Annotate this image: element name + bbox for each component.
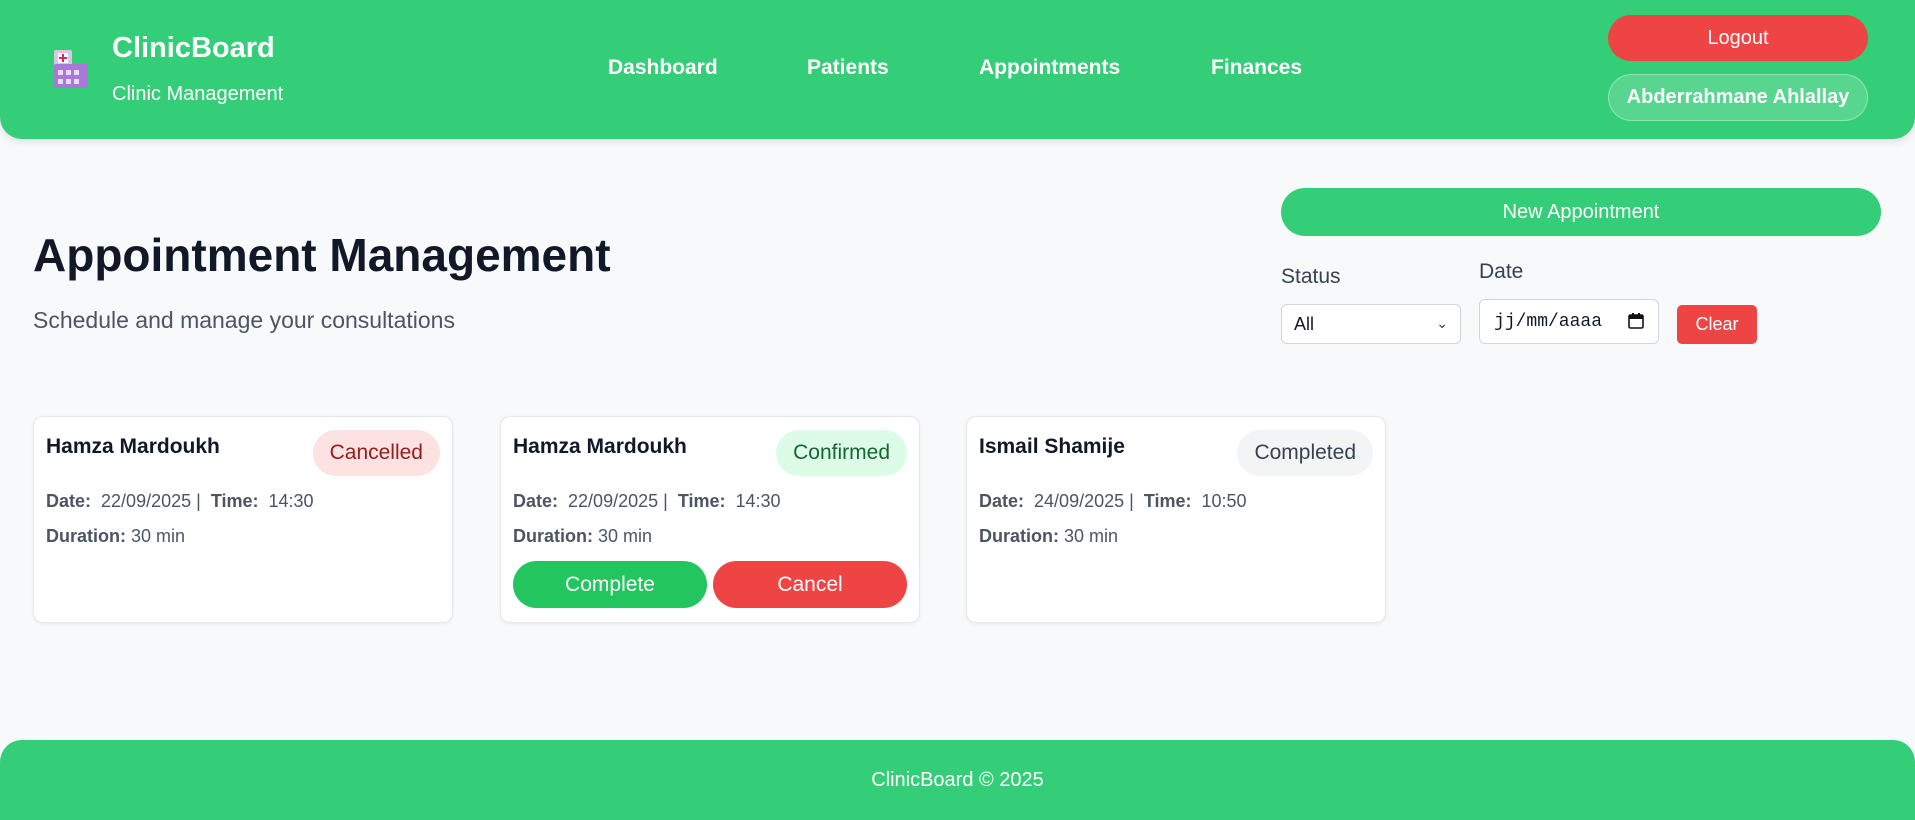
- date-label: Date:: [513, 491, 559, 511]
- appointment-date: 22/09/2025: [568, 491, 659, 511]
- date-input-placeholder: jj/mm/aaaa: [1494, 311, 1603, 332]
- appointment-duration: Duration: 30 min: [46, 526, 185, 547]
- time-label: Time:: [1143, 491, 1192, 511]
- appointment-datetime: Date: 24/09/2025 | Time: 10:50: [979, 491, 1247, 511]
- date-input[interactable]: jj/mm/aaaa: [1479, 299, 1659, 344]
- logout-button[interactable]: Logout: [1608, 15, 1868, 61]
- patient-name: Ismail Shamije: [979, 435, 1125, 458]
- status-badge: Completed: [1237, 430, 1373, 476]
- status-filter-label: Status: [1281, 265, 1341, 288]
- appointment-card: Ismail Shamije Completed Date: 24/09/202…: [966, 416, 1386, 623]
- duration-label: Duration:: [46, 526, 126, 546]
- calendar-icon[interactable]: [1628, 313, 1644, 329]
- date-filter-label: Date: [1479, 260, 1524, 283]
- status-select-value: All: [1294, 313, 1315, 334]
- appointment-time: 14:30: [268, 491, 314, 511]
- date-label: Date:: [46, 491, 92, 511]
- nav-appointments[interactable]: Appointments: [979, 56, 1120, 80]
- appointment-date: 24/09/2025: [1034, 491, 1125, 511]
- appointment-datetime: Date: 22/09/2025 | Time: 14:30: [513, 491, 781, 511]
- duration-value: 30 min: [1064, 526, 1119, 546]
- status-badge: Cancelled: [312, 430, 440, 476]
- new-appointment-button[interactable]: New Appointment: [1281, 188, 1881, 236]
- page-footer: ClinicBoard © 2025: [0, 740, 1915, 820]
- nav-dashboard[interactable]: Dashboard: [608, 56, 718, 80]
- patient-name: Hamza Mardoukh: [513, 435, 687, 458]
- chevron-down-icon: ⌄: [1436, 315, 1448, 331]
- time-label: Time:: [210, 491, 259, 511]
- complete-button[interactable]: Complete: [513, 561, 707, 608]
- date-label: Date:: [979, 491, 1025, 511]
- appointment-time: 10:50: [1201, 491, 1247, 511]
- duration-label: Duration:: [979, 526, 1059, 546]
- appointment-datetime: Date: 22/09/2025 | Time: 14:30: [46, 491, 314, 511]
- brand-subtitle: Clinic Management: [112, 83, 284, 105]
- user-name-badge[interactable]: Abderrahmane Ahlallay: [1608, 74, 1868, 121]
- time-label: Time:: [677, 491, 726, 511]
- appointment-card: Hamza Mardoukh Cancelled Date: 22/09/202…: [33, 416, 453, 623]
- clear-filters-button[interactable]: Clear: [1677, 305, 1757, 344]
- appointment-time: 14:30: [735, 491, 781, 511]
- appointment-date: 22/09/2025: [101, 491, 192, 511]
- status-select[interactable]: All ⌄: [1281, 304, 1461, 344]
- patient-name: Hamza Mardoukh: [46, 435, 220, 458]
- appointment-duration: Duration: 30 min: [979, 526, 1118, 547]
- nav-patients[interactable]: Patients: [807, 56, 889, 80]
- top-header: ClinicBoard Clinic Management Dashboard …: [0, 0, 1915, 139]
- clinic-building-icon: [54, 50, 88, 88]
- nav-finances[interactable]: Finances: [1211, 56, 1302, 80]
- footer-copyright: ClinicBoard © 2025: [871, 768, 1044, 791]
- brand-title: ClinicBoard: [112, 32, 275, 64]
- cancel-button[interactable]: Cancel: [713, 561, 907, 608]
- duration-label: Duration:: [513, 526, 593, 546]
- page-title: Appointment Management: [33, 229, 611, 281]
- duration-value: 30 min: [131, 526, 186, 546]
- appointment-card: Hamza Mardoukh Confirmed Date: 22/09/202…: [500, 416, 920, 623]
- page-subtitle: Schedule and manage your consultations: [33, 307, 455, 333]
- duration-value: 30 min: [598, 526, 653, 546]
- appointment-duration: Duration: 30 min: [513, 526, 652, 547]
- status-badge: Confirmed: [776, 430, 907, 476]
